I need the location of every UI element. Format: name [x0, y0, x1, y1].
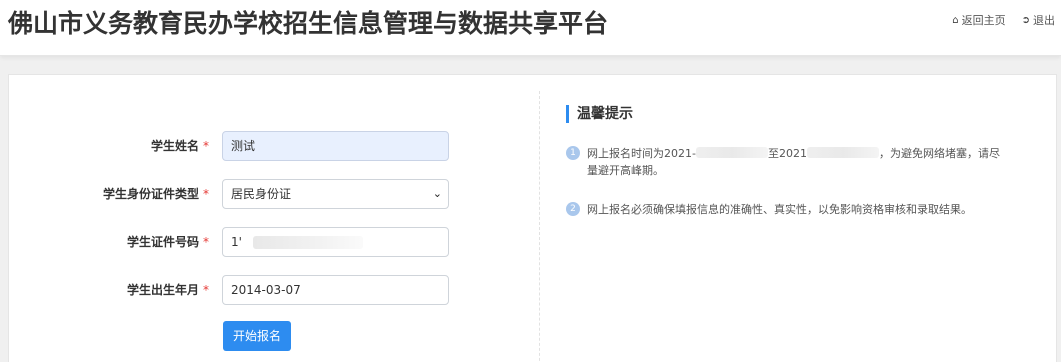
required-mark: *	[203, 235, 209, 249]
tip-text: 网上报名必须确保填报信息的准确性、真实性，以免影响资格审核和录取结果。	[587, 203, 972, 216]
main-panel: 学生姓名 * 测试 学生身份证件类型 * 居民身份证 ⌄ 学生证件号码 * 1' 学生…	[8, 74, 1057, 362]
top-links: ⌂ 返回主页 ➲ 退出	[936, 12, 1055, 28]
redacted-blur	[806, 147, 879, 158]
form-row-student-name: 学生姓名 * 测试	[9, 131, 529, 161]
home-link[interactable]: ⌂ 返回主页	[952, 12, 1005, 28]
form-row-id-number: 学生证件号码 * 1'	[9, 227, 529, 257]
tip-item: 1 网上报名时间为2021- 至2021 ，为避免网络堵塞，请尽量避开高峰期。	[566, 145, 1006, 181]
tips-title: 温馨提示	[566, 105, 633, 123]
form-row-id-type: 学生身份证件类型 * 居民身份证 ⌄	[9, 179, 529, 209]
id-number-label: 学生证件号码 *	[126, 235, 209, 249]
logout-icon: ➲	[1021, 14, 1030, 26]
required-mark: *	[203, 187, 209, 201]
site-title: 佛山市义务教育民办学校招生信息管理与数据共享平台	[8, 9, 609, 38]
required-mark: *	[203, 283, 209, 297]
logout-link-label: 退出	[1033, 14, 1055, 27]
student-name-label: 学生姓名 *	[150, 139, 209, 153]
id-number-value: 1'	[231, 235, 242, 249]
home-link-label: 返回主页	[961, 14, 1006, 27]
id-type-select[interactable]: 居民身份证 ⌄	[222, 179, 449, 209]
birth-date-input[interactable]: 2014-03-07	[222, 275, 449, 305]
redacted-blur	[253, 236, 363, 249]
tip-text: 网上报名时间为2021- 至2021 ，为避免网络堵塞，请尽量避开高峰期。	[587, 147, 1000, 177]
logout-link[interactable]: ➲ 退出	[1022, 12, 1055, 28]
id-number-input[interactable]: 1'	[222, 227, 449, 257]
student-name-input[interactable]: 测试	[222, 131, 449, 161]
number-two-icon: 2	[566, 202, 580, 216]
required-mark: *	[203, 139, 209, 153]
home-icon: ⌂	[952, 14, 959, 26]
id-type-label: 学生身份证件类型 *	[102, 187, 209, 201]
start-registration-button[interactable]: 开始报名	[223, 321, 291, 351]
form-row-birth-date: 学生出生年月 * 2014-03-07	[9, 275, 529, 305]
id-type-value: 居民身份证	[231, 187, 292, 201]
chevron-down-icon: ⌄	[432, 187, 442, 200]
page-header: 佛山市义务教育民办学校招生信息管理与数据共享平台 ⌂ 返回主页 ➲ 退出	[0, 0, 1061, 56]
column-divider	[539, 91, 540, 362]
number-one-icon: 1	[566, 146, 580, 160]
redacted-blur	[695, 147, 768, 158]
birth-date-label: 学生出生年月 *	[126, 283, 209, 297]
tip-item: 2 网上报名必须确保填报信息的准确性、真实性，以免影响资格审核和录取结果。	[566, 201, 1006, 219]
